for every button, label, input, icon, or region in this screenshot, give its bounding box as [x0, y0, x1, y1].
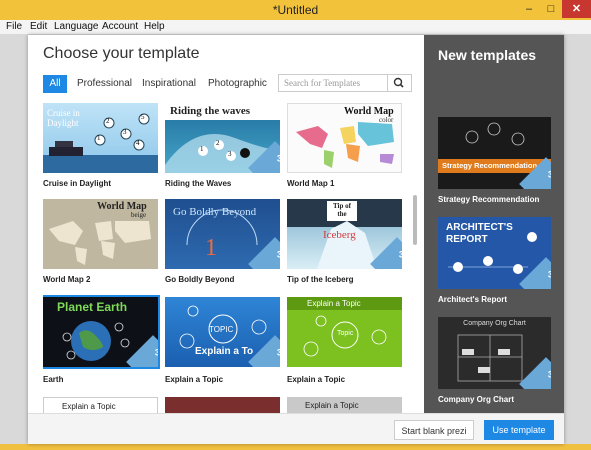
template-thumbnail: Cruise in Daylight 1 2 3 4 5: [43, 103, 158, 173]
template-thumbnail: Explain a Topic: [43, 397, 158, 413]
dialog-footer: Start blank prezi Use template: [28, 413, 564, 444]
menu-account[interactable]: Account: [102, 21, 138, 32]
template-label: Earth: [43, 375, 64, 384]
template-card[interactable]: [165, 397, 280, 413]
thumbnail-caption: Iceberg: [323, 229, 356, 241]
template-card[interactable]: Strategy Recommendation 3D Strategy Reco…: [438, 117, 551, 204]
thumbnail-subcaption: Tip of the: [333, 202, 351, 218]
template-card[interactable]: Go Boldly Beyond 1 3D: [165, 199, 280, 269]
template-thumbnail: Company Org Chart 3D: [438, 317, 551, 389]
step-number: 1: [97, 134, 101, 142]
template-thumbnail: Tip of the Iceberg 3D: [287, 199, 402, 269]
template-scrollbar[interactable]: [413, 195, 417, 245]
template-label: Cruise in Daylight: [43, 179, 112, 188]
step-number: 1: [200, 145, 204, 153]
menu-help[interactable]: Help: [144, 21, 165, 32]
search-input[interactable]: Search for Templates: [278, 74, 388, 92]
title-bar: *Untitled – □ ✕: [0, 0, 591, 20]
use-template-button[interactable]: Use template: [484, 420, 554, 440]
step-number: 2: [216, 139, 220, 147]
template-card[interactable]: Tip of the Iceberg 3D: [287, 199, 402, 269]
template-thumbnail: Strategy Recommendation 3D: [438, 117, 551, 189]
start-blank-button[interactable]: Start blank prezi: [394, 420, 474, 440]
step-number: 2: [106, 117, 110, 125]
template-label: Strategy Recommendation: [438, 195, 540, 204]
dialog-heading: Choose your template: [43, 45, 200, 62]
template-card[interactable]: World Map color: [287, 103, 402, 173]
template-card[interactable]: TOPIC Explain a To 3D: [165, 297, 280, 367]
side-panel-heading: New templates: [438, 47, 537, 63]
template-dialog: Choose your template All Professional In…: [28, 35, 564, 444]
step-number: 5: [141, 113, 145, 121]
template-card[interactable]: Explain a Topic: [43, 397, 158, 413]
template-card[interactable]: Explain a Topic: [287, 397, 402, 413]
template-label: World Map 1: [287, 179, 335, 188]
template-grid: Cruise in Daylight 1 2 3 4 5 Cruise in D…: [43, 103, 409, 413]
step-number: 3: [228, 150, 232, 158]
topic-node: TOPIC: [209, 325, 234, 334]
template-thumbnail: ARCHITECT'S REPORT 3D: [438, 217, 551, 289]
template-label: Company Org Chart: [438, 395, 515, 404]
search-button[interactable]: [388, 74, 412, 92]
template-label: Explain a Topic: [165, 375, 224, 384]
thumbnail-caption: Explain a Topic: [62, 402, 116, 411]
svg-text:1: 1: [205, 235, 217, 261]
menu-language[interactable]: Language: [54, 21, 99, 32]
menu-edit[interactable]: Edit: [30, 21, 47, 32]
filter-all[interactable]: All: [43, 75, 67, 93]
filter-professional[interactable]: Professional: [77, 75, 132, 93]
template-label: Tip of the Iceberg: [287, 275, 354, 284]
new-templates-panel: New templates Strategy Recommendation 3D…: [424, 35, 564, 413]
template-card[interactable]: Riding the waves 1 2 3 3D: [165, 103, 280, 173]
close-button[interactable]: ✕: [562, 0, 591, 18]
template-thumbnail: [165, 397, 280, 413]
template-card[interactable]: Company Org Chart 3D Company Org Chart: [438, 317, 551, 404]
step-number: 4: [136, 139, 140, 147]
thumbnail-caption: Explain a Topic: [305, 401, 359, 410]
template-thumbnail: Planet Earth 3D: [43, 295, 160, 369]
minimize-button[interactable]: –: [518, 0, 540, 18]
template-thumbnail: Go Boldly Beyond 1 3D: [165, 199, 280, 269]
template-label: Explain a Topic: [287, 375, 346, 384]
menu-bar: File Edit Language Account Help: [0, 20, 591, 34]
template-thumbnail: Explain a Topic: [287, 397, 402, 413]
step-number: 3: [123, 128, 127, 136]
search-icon: [393, 77, 404, 88]
template-card[interactable]: Planet Earth 3D: [43, 295, 160, 369]
template-thumbnail: World Map color: [287, 103, 402, 173]
topic-node: Topic: [337, 330, 354, 337]
template-label: Riding the Waves: [165, 179, 232, 188]
template-card[interactable]: Cruise in Daylight 1 2 3 4 5: [43, 103, 158, 173]
template-label: Architect's Report: [438, 295, 508, 304]
world-map-illustration: [296, 122, 394, 168]
template-card[interactable]: World Map beige: [43, 199, 158, 269]
template-label: World Map 2: [43, 275, 91, 284]
template-thumbnail: TOPIC Explain a To 3D: [165, 297, 280, 367]
template-thumbnail: World Map beige: [43, 199, 158, 269]
thumbnail-caption: Explain a To: [195, 346, 254, 357]
filter-photographic[interactable]: Photographic: [208, 75, 267, 93]
template-thumbnail: Explain a Topic Topic: [287, 297, 402, 367]
thumbnail-caption: Strategy Recommendation: [442, 161, 538, 170]
window-title: *Untitled: [272, 3, 319, 17]
template-card[interactable]: Explain a Topic Topic: [287, 297, 402, 367]
template-card[interactable]: ARCHITECT'S REPORT 3D Architect's Report: [438, 217, 551, 304]
template-label: Go Boldly Beyond: [165, 275, 235, 284]
app-window: *Untitled – □ ✕ File Edit Language Accou…: [0, 0, 591, 450]
filter-inspirational[interactable]: Inspirational: [142, 75, 196, 93]
template-thumbnail: Riding the waves 1 2 3 3D: [165, 103, 280, 173]
menu-file[interactable]: File: [6, 21, 22, 32]
world-map-illustration: [49, 221, 151, 265]
maximize-button[interactable]: □: [540, 0, 562, 18]
